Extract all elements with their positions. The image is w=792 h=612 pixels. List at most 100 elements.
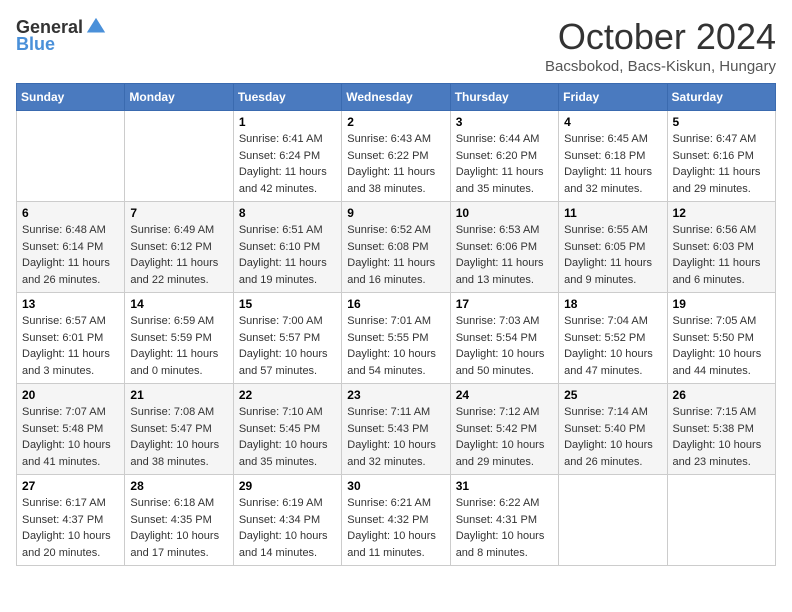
calendar-cell bbox=[17, 111, 125, 202]
day-info: Sunrise: 6:48 AMSunset: 6:14 PMDaylight:… bbox=[22, 222, 119, 288]
calendar-header-row: SundayMondayTuesdayWednesdayThursdayFrid… bbox=[17, 84, 776, 111]
day-number: 14 bbox=[130, 297, 227, 311]
location: Bacsbokod, Bacs-Kiskun, Hungary bbox=[545, 58, 776, 75]
calendar-cell: 26 Sunrise: 7:15 AMSunset: 5:38 PMDayligh… bbox=[667, 384, 775, 475]
day-info: Sunrise: 7:11 AMSunset: 5:43 PMDaylight:… bbox=[347, 404, 444, 470]
calendar-cell: 4 Sunrise: 6:45 AMSunset: 6:18 PMDaylight… bbox=[559, 111, 667, 202]
day-number: 10 bbox=[456, 206, 553, 220]
calendar-cell: 12Sunrise: 6:56 AMSunset: 6:03 PMDayligh… bbox=[667, 202, 775, 293]
calendar-cell bbox=[559, 475, 667, 566]
month-title: October 2024 bbox=[545, 16, 776, 58]
column-header-tuesday: Tuesday bbox=[233, 84, 341, 111]
day-number: 27 bbox=[22, 479, 119, 493]
day-number: 29 bbox=[239, 479, 336, 493]
calendar-cell: 22 Sunrise: 7:10 AMSunset: 5:45 PMDayligh… bbox=[233, 384, 341, 475]
calendar-cell: 3Sunrise: 6:44 AMSunset: 6:20 PMDaylight… bbox=[450, 111, 558, 202]
calendar-cell: 2 Sunrise: 6:43 AMSunset: 6:22 PMDaylight… bbox=[342, 111, 450, 202]
calendar-cell bbox=[667, 475, 775, 566]
column-header-monday: Monday bbox=[125, 84, 233, 111]
calendar-cell: 30Sunrise: 6:21 AMSunset: 4:32 PMDayligh… bbox=[342, 475, 450, 566]
day-number: 23 bbox=[347, 388, 444, 402]
day-number: 20 bbox=[22, 388, 119, 402]
day-info: Sunrise: 6:53 AMSunset: 6:06 PMDaylight:… bbox=[456, 222, 553, 288]
day-info: Sunrise: 7:12 AMSunset: 5:42 PMDaylight:… bbox=[456, 404, 553, 470]
calendar-cell: 6 Sunrise: 6:48 AMSunset: 6:14 PMDaylight… bbox=[17, 202, 125, 293]
day-info: Sunrise: 7:08 AMSunset: 5:47 PMDaylight:… bbox=[130, 404, 227, 470]
day-info: Sunrise: 6:22 AMSunset: 4:31 PMDaylight:… bbox=[456, 495, 553, 561]
calendar-cell: 10 Sunrise: 6:53 AMSunset: 6:06 PMDayligh… bbox=[450, 202, 558, 293]
day-number: 19 bbox=[673, 297, 770, 311]
day-info: Sunrise: 6:49 AMSunset: 6:12 PMDaylight:… bbox=[130, 222, 227, 288]
day-info: Sunrise: 6:55 AMSunset: 6:05 PMDaylight:… bbox=[564, 222, 661, 288]
calendar-cell: 27 Sunrise: 6:17 AMSunset: 4:37 PMDayligh… bbox=[17, 475, 125, 566]
day-info: Sunrise: 6:43 AMSunset: 6:22 PMDaylight:… bbox=[347, 131, 444, 197]
column-header-friday: Friday bbox=[559, 84, 667, 111]
day-number: 24 bbox=[456, 388, 553, 402]
calendar-cell: 31Sunrise: 6:22 AMSunset: 4:31 PMDayligh… bbox=[450, 475, 558, 566]
calendar-cell: 25Sunrise: 7:14 AMSunset: 5:40 PMDayligh… bbox=[559, 384, 667, 475]
day-number: 8 bbox=[239, 206, 336, 220]
day-info: Sunrise: 6:19 AMSunset: 4:34 PMDaylight:… bbox=[239, 495, 336, 561]
day-info: Sunrise: 6:56 AMSunset: 6:03 PMDaylight:… bbox=[673, 222, 770, 288]
calendar-cell: 17 Sunrise: 7:03 AMSunset: 5:54 PMDayligh… bbox=[450, 293, 558, 384]
day-info: Sunrise: 7:07 AMSunset: 5:48 PMDaylight:… bbox=[22, 404, 119, 470]
calendar-cell: 19 Sunrise: 7:05 AMSunset: 5:50 PMDayligh… bbox=[667, 293, 775, 384]
day-number: 26 bbox=[673, 388, 770, 402]
day-info: Sunrise: 6:47 AMSunset: 6:16 PMDaylight:… bbox=[673, 131, 770, 197]
day-info: Sunrise: 7:03 AMSunset: 5:54 PMDaylight:… bbox=[456, 313, 553, 379]
day-info: Sunrise: 7:15 AMSunset: 5:38 PMDaylight:… bbox=[673, 404, 770, 470]
calendar-cell: 28 Sunrise: 6:18 AMSunset: 4:35 PMDayligh… bbox=[125, 475, 233, 566]
column-header-wednesday: Wednesday bbox=[342, 84, 450, 111]
calendar-cell bbox=[125, 111, 233, 202]
calendar-week-1: 1 Sunrise: 6:41 AMSunset: 6:24 PMDaylight… bbox=[17, 111, 776, 202]
calendar-cell: 1 Sunrise: 6:41 AMSunset: 6:24 PMDaylight… bbox=[233, 111, 341, 202]
day-number: 3 bbox=[456, 115, 553, 129]
day-info: Sunrise: 7:10 AMSunset: 5:45 PMDaylight:… bbox=[239, 404, 336, 470]
day-number: 5 bbox=[673, 115, 770, 129]
day-number: 17 bbox=[456, 297, 553, 311]
day-info: Sunrise: 7:00 AMSunset: 5:57 PMDaylight:… bbox=[239, 313, 336, 379]
calendar-week-3: 13 Sunrise: 6:57 AMSunset: 6:01 PMDayligh… bbox=[17, 293, 776, 384]
calendar-cell: 5 Sunrise: 6:47 AMSunset: 6:16 PMDaylight… bbox=[667, 111, 775, 202]
day-info: Sunrise: 7:05 AMSunset: 5:50 PMDaylight:… bbox=[673, 313, 770, 379]
day-number: 11 bbox=[564, 206, 661, 220]
day-info: Sunrise: 6:57 AMSunset: 6:01 PMDaylight:… bbox=[22, 313, 119, 379]
calendar-cell: 13 Sunrise: 6:57 AMSunset: 6:01 PMDayligh… bbox=[17, 293, 125, 384]
day-info: Sunrise: 6:41 AMSunset: 6:24 PMDaylight:… bbox=[239, 131, 336, 197]
calendar-cell: 18Sunrise: 7:04 AMSunset: 5:52 PMDayligh… bbox=[559, 293, 667, 384]
logo: General Blue bbox=[16, 16, 107, 55]
calendar-week-4: 20 Sunrise: 7:07 AMSunset: 5:48 PMDayligh… bbox=[17, 384, 776, 475]
day-info: Sunrise: 6:21 AMSunset: 4:32 PMDaylight:… bbox=[347, 495, 444, 561]
calendar-cell: 21 Sunrise: 7:08 AMSunset: 5:47 PMDayligh… bbox=[125, 384, 233, 475]
calendar-cell: 7 Sunrise: 6:49 AMSunset: 6:12 PMDaylight… bbox=[125, 202, 233, 293]
calendar-cell: 15Sunrise: 7:00 AMSunset: 5:57 PMDayligh… bbox=[233, 293, 341, 384]
day-info: Sunrise: 6:51 AMSunset: 6:10 PMDaylight:… bbox=[239, 222, 336, 288]
logo-icon bbox=[85, 16, 107, 38]
day-number: 1 bbox=[239, 115, 336, 129]
calendar-cell: 20 Sunrise: 7:07 AMSunset: 5:48 PMDayligh… bbox=[17, 384, 125, 475]
calendar-cell: 23 Sunrise: 7:11 AMSunset: 5:43 PMDayligh… bbox=[342, 384, 450, 475]
day-number: 4 bbox=[564, 115, 661, 129]
calendar-cell: 16Sunrise: 7:01 AMSunset: 5:55 PMDayligh… bbox=[342, 293, 450, 384]
day-info: Sunrise: 7:04 AMSunset: 5:52 PMDaylight:… bbox=[564, 313, 661, 379]
day-info: Sunrise: 6:45 AMSunset: 6:18 PMDaylight:… bbox=[564, 131, 661, 197]
column-header-saturday: Saturday bbox=[667, 84, 775, 111]
calendar-cell: 29 Sunrise: 6:19 AMSunset: 4:34 PMDayligh… bbox=[233, 475, 341, 566]
day-info: Sunrise: 6:18 AMSunset: 4:35 PMDaylight:… bbox=[130, 495, 227, 561]
day-number: 28 bbox=[130, 479, 227, 493]
day-number: 22 bbox=[239, 388, 336, 402]
calendar-week-2: 6 Sunrise: 6:48 AMSunset: 6:14 PMDaylight… bbox=[17, 202, 776, 293]
day-number: 21 bbox=[130, 388, 227, 402]
day-number: 2 bbox=[347, 115, 444, 129]
calendar-table: SundayMondayTuesdayWednesdayThursdayFrid… bbox=[16, 83, 776, 566]
day-info: Sunrise: 6:17 AMSunset: 4:37 PMDaylight:… bbox=[22, 495, 119, 561]
calendar-cell: 8 Sunrise: 6:51 AMSunset: 6:10 PMDaylight… bbox=[233, 202, 341, 293]
column-header-sunday: Sunday bbox=[17, 84, 125, 111]
title-block: October 2024 Bacsbokod, Bacs-Kiskun, Hun… bbox=[545, 16, 776, 75]
day-number: 7 bbox=[130, 206, 227, 220]
day-number: 13 bbox=[22, 297, 119, 311]
day-number: 6 bbox=[22, 206, 119, 220]
column-header-thursday: Thursday bbox=[450, 84, 558, 111]
calendar-cell: 9Sunrise: 6:52 AMSunset: 6:08 PMDaylight… bbox=[342, 202, 450, 293]
calendar-cell: 11 Sunrise: 6:55 AMSunset: 6:05 PMDayligh… bbox=[559, 202, 667, 293]
